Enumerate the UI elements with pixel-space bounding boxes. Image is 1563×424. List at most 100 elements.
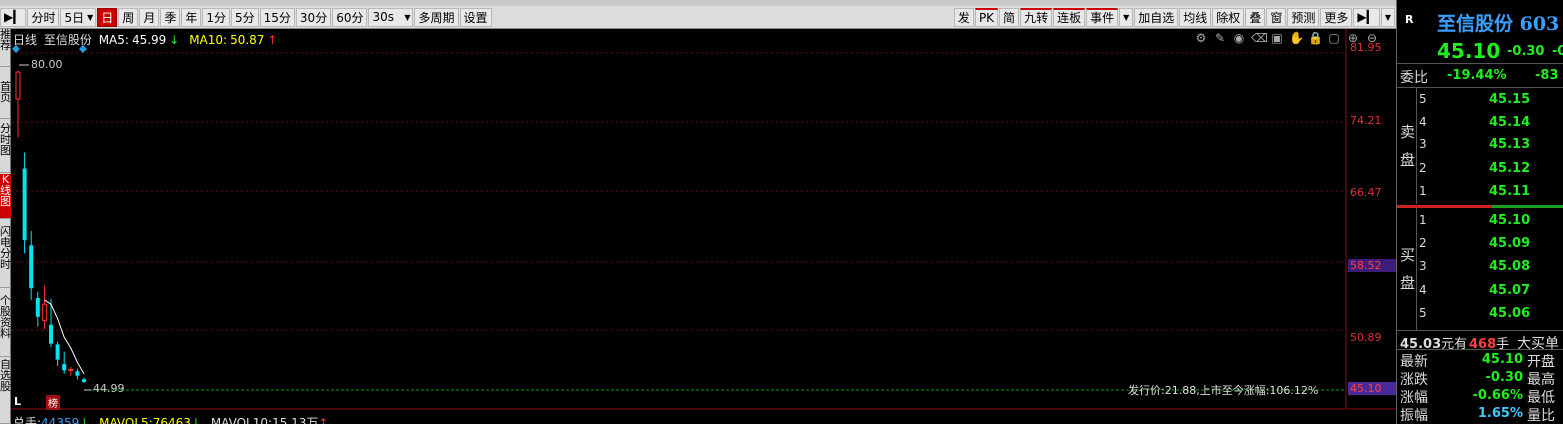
candle-body[interactable] [35,298,40,317]
buy-level[interactable]: 1 45.10 [1419,210,1563,232]
limit-board-button[interactable]: 连板 [1053,7,1086,27]
level-num: 1 [1419,184,1427,198]
kline-chart[interactable]: 日线 至信股份 MA5: 45.99 ↓ MA10: 50.87 ↑ ⚙ ✎ ◉ ⌫ ▣… [11,29,1396,424]
buy-level[interactable]: 5 45.06 [1419,303,1563,325]
settings-button[interactable]: 设置 [459,7,492,27]
sell-level[interactable]: 4 45.14 [1419,112,1563,134]
order-ratio-value: -19.44% [1447,68,1507,83]
overlay-button[interactable]: 叠 [1245,7,1266,27]
price-tick: 66.47 [1350,186,1382,199]
candle-body[interactable] [68,368,74,371]
eye-icon[interactable]: ◉ [1232,31,1246,45]
sell-char: 卖 [1399,123,1415,141]
tab-15min[interactable]: 15分 [259,7,295,27]
collapse-arrow[interactable]: ▶▎ [1353,7,1380,27]
stat-label: 振幅 [1400,408,1428,424]
order-ratio-row: 委比 -19.44% -83 [1397,64,1563,88]
tab-daily[interactable]: 日 [97,7,118,27]
high-price-annotation: 80.00 [31,58,63,71]
pen-icon[interactable]: ✎ [1213,31,1227,45]
hand-icon[interactable]: ✋ [1289,31,1304,45]
chevron-down-icon: ▼ [87,12,94,22]
sidebar-item-intraday[interactable]: 分时图 [0,123,11,173]
level-price: 45.15 [1489,92,1531,107]
mavol5-value: 76463 [152,416,191,424]
buy-level[interactable]: 4 45.07 [1419,280,1563,302]
more-button[interactable]: 更多 [1320,7,1353,27]
level-num: 2 [1419,236,1427,250]
issue-price-note: 发行价:21.88,上市至今涨幅:106.12% [1128,384,1319,397]
big-order-vol: 468 [1469,337,1497,352]
tab-5day[interactable]: 5日 ▼ [60,7,97,27]
tab-1min[interactable]: 1分 [202,7,230,27]
nine-turn-button[interactable]: 九转 [1020,7,1053,27]
sidebar-item-home[interactable]: 首页 [0,81,11,119]
sell-level[interactable]: 1 45.11 [1419,181,1563,203]
candle-body[interactable] [75,371,80,376]
tab-30s[interactable]: 30s ▼ [368,7,414,27]
candle-body[interactable] [41,303,47,321]
chart-canvas [11,29,1396,410]
mavol10-value: 15.13万 [272,416,319,424]
price-tick: 74.21 [1350,114,1382,127]
big-order-label: 大买单 [1517,336,1559,352]
level-num: 4 [1419,115,1427,129]
sidebar-item-kline[interactable]: K线图 [0,174,11,219]
ex-rights-button[interactable]: 除权 [1212,7,1245,27]
ma10-label: MA10: 50.87 ↑ [189,33,280,47]
lock-icon[interactable]: 🔒 [1308,31,1323,45]
tab-monthly[interactable]: 月 [139,7,160,27]
candle-body[interactable] [15,71,21,100]
candle-body[interactable] [49,324,53,344]
buy-level[interactable]: 2 45.09 [1419,233,1563,255]
level-num: 2 [1419,161,1427,175]
forecast-button[interactable]: 预测 [1287,7,1320,27]
quote-header: R 至信股份 603 45.10 -0.30 -0 [1397,6,1563,64]
tab-weekly[interactable]: 周 [118,7,139,27]
order-ratio-label: 委比 [1400,70,1428,86]
sidebar-item-watchlist[interactable]: 自选股 [0,359,11,424]
sell-level[interactable]: 2 45.12 [1419,158,1563,180]
buy-book: 买盘 1 45.10 2 45.09 3 45.08 4 45.07 5 45.06 [1397,208,1563,330]
tab-multi-period[interactable]: 多周期 [414,7,459,27]
window-button[interactable]: 窗 [1266,7,1287,27]
add-watchlist-button[interactable]: 加自选 [1134,7,1179,27]
sidebar-item-recommend[interactable]: 推荐 [0,29,11,67]
up-arrow-icon: ↑ [267,33,278,47]
eraser-icon[interactable]: ⌫ [1251,31,1268,45]
candle-body[interactable] [82,379,86,382]
sell-side-label: 卖盘 [1399,88,1417,204]
frame-icon[interactable]: ▢ [1327,31,1341,45]
chevron-down-icon: ▼ [1384,12,1391,22]
level-price: 45.13 [1489,137,1531,152]
level-num: 1 [1419,213,1427,227]
tab-30min[interactable]: 30分 [295,7,332,27]
candle-body[interactable] [55,344,60,360]
toolbar-dropdown[interactable]: ▼ [1380,7,1395,27]
briefcase-icon[interactable]: ▣ [1270,31,1284,45]
events-dropdown[interactable]: ▼ [1119,7,1134,27]
candle-body[interactable] [22,168,27,240]
publish-button[interactable]: 发 [953,7,974,27]
events-button[interactable]: 事件 [1086,7,1119,27]
sidebar-item-profile[interactable]: 个股资料 [0,295,11,357]
tab-quarterly[interactable]: 季 [160,7,181,27]
tab-yearly[interactable]: 年 [181,7,202,27]
ma-button[interactable]: 均线 [1179,7,1212,27]
buy-level[interactable]: 3 45.08 [1419,256,1563,278]
simple-button[interactable]: 简 [999,7,1020,27]
sell-level[interactable]: 3 45.13 [1419,134,1563,156]
gear-icon[interactable]: ⚙ [1194,31,1208,45]
sidebar-item-flash[interactable]: 闪电分时 [0,226,11,288]
tab-60min[interactable]: 60分 [332,7,368,27]
sell-level[interactable]: 5 45.15 [1419,89,1563,111]
down-arrow-icon: ↓ [190,416,201,424]
pk-button[interactable]: PK [974,7,999,27]
candle-body[interactable] [62,364,67,371]
toolbar-arrow[interactable]: ▶▎ [0,7,27,27]
tab-5min[interactable]: 5分 [231,7,259,27]
candle-body[interactable] [29,245,34,289]
ranking-badge[interactable]: 榜 [46,395,60,410]
sell-book: 卖盘 5 45.15 4 45.14 3 45.13 2 45.12 1 45.11 [1397,88,1563,204]
tab-intraday[interactable]: 分时 [27,7,60,27]
